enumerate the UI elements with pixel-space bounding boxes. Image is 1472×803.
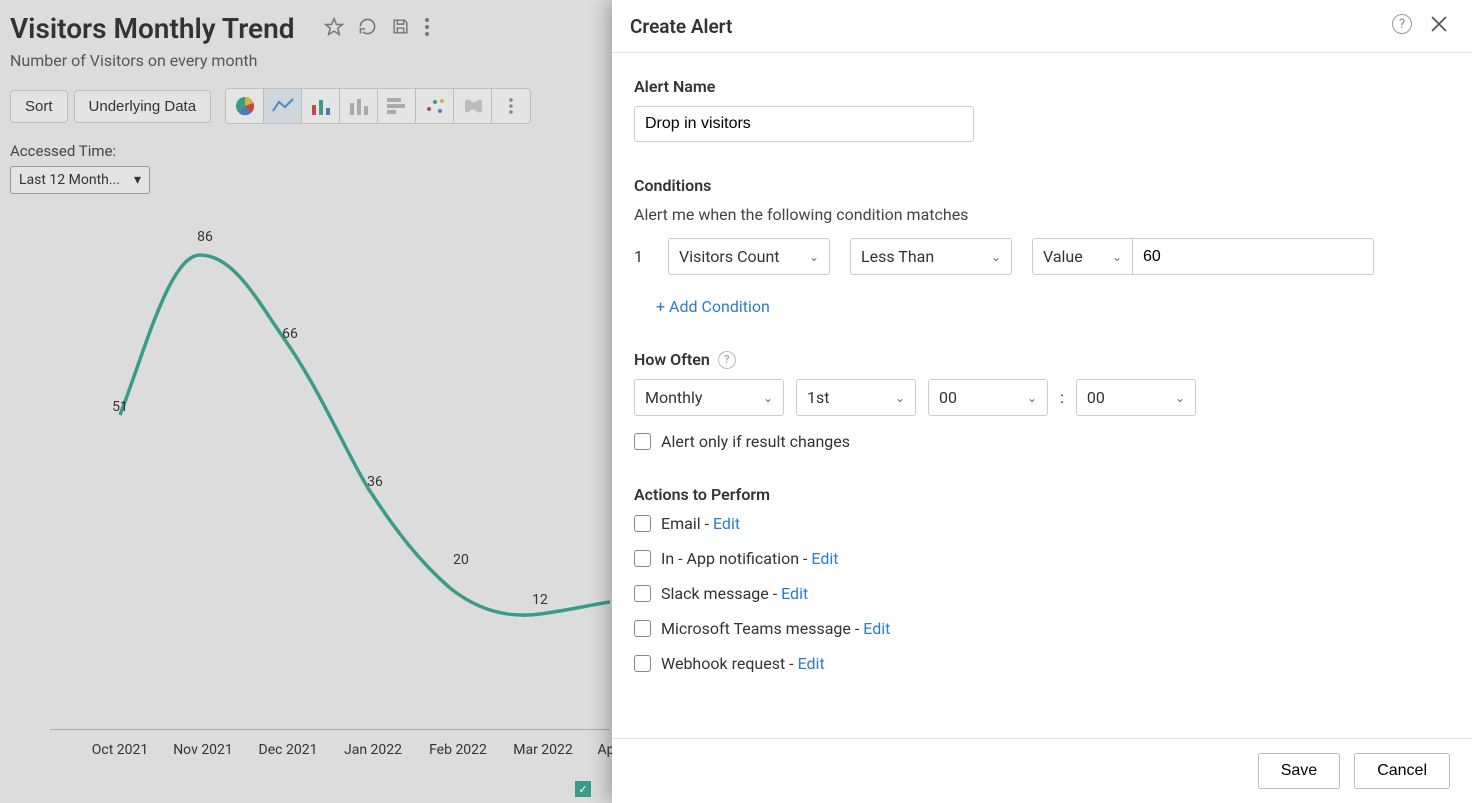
action-webhook-edit[interactable]: Edit	[798, 654, 825, 673]
x-tick: Dec 2021	[259, 742, 318, 758]
horizontal-bar-icon[interactable]	[378, 89, 416, 123]
chevron-down-icon: ⌄	[763, 391, 773, 405]
action-teams-checkbox[interactable]	[634, 620, 651, 637]
x-axis	[50, 729, 610, 730]
frequency-hour-select[interactable]: 00 ⌄	[928, 379, 1048, 416]
save-icon[interactable]	[391, 17, 410, 41]
accessed-time-value: Last 12 Month...	[19, 172, 120, 188]
frequency-period-select[interactable]: Monthly ⌄	[634, 379, 784, 416]
condition-operator-value: Less Than	[861, 247, 934, 266]
refresh-icon[interactable]	[358, 17, 377, 41]
action-slack-checkbox[interactable]	[634, 585, 651, 602]
chevron-down-icon: ⌄	[1027, 391, 1037, 405]
condition-value-input[interactable]	[1133, 239, 1373, 274]
action-inapp-edit[interactable]: Edit	[811, 549, 838, 568]
stacked-bar-icon[interactable]	[340, 89, 378, 123]
actions-label: Actions to Perform	[634, 485, 1450, 504]
more-icon[interactable]	[424, 17, 430, 41]
frequency-period-value: Monthly	[645, 388, 702, 407]
help-icon[interactable]: ?	[1392, 14, 1412, 34]
more-charts-icon[interactable]	[492, 89, 530, 123]
cancel-button[interactable]: Cancel	[1354, 753, 1450, 789]
frequency-minute-select[interactable]: 00 ⌄	[1076, 379, 1196, 416]
action-slack-label: Slack message -	[661, 584, 781, 603]
action-webhook-checkbox[interactable]	[634, 655, 651, 672]
bar-chart-icon[interactable]	[302, 89, 340, 123]
action-webhook-label: Webhook request -	[661, 654, 798, 673]
line-chart-icon[interactable]	[264, 89, 302, 123]
chevron-down-icon: ⌄	[1112, 250, 1122, 264]
data-label: 86	[197, 229, 213, 245]
condition-number: 1	[634, 247, 648, 266]
frequency-hour-value: 00	[939, 388, 957, 407]
alert-only-changes-checkbox[interactable]	[634, 433, 651, 450]
alert-name-label: Alert Name	[634, 77, 1450, 96]
accessed-time-dropdown[interactable]: Last 12 Month... ▾	[10, 166, 150, 194]
create-alert-panel: Create Alert ? Alert Name Conditions Ale…	[612, 0, 1472, 803]
condition-metric-select[interactable]: Visitors Count ⌄	[668, 238, 830, 275]
action-inapp-label: In - App notification -	[661, 549, 811, 568]
x-tick: Feb 2022	[429, 742, 487, 758]
chevron-down-icon: ▾	[134, 172, 141, 188]
chevron-down-icon: ⌄	[1175, 391, 1185, 405]
report-title: Visitors Monthly Trend	[10, 12, 294, 45]
data-label: 12	[532, 592, 548, 608]
x-tick: Mar 2022	[513, 742, 573, 758]
line-path	[50, 210, 610, 770]
close-icon[interactable]	[1430, 14, 1448, 38]
action-teams-edit[interactable]: Edit	[863, 619, 890, 638]
action-teams-label: Microsoft Teams message -	[661, 619, 863, 638]
help-icon[interactable]: ?	[718, 351, 736, 369]
alert-only-changes-label: Alert only if result changes	[661, 432, 850, 451]
save-button[interactable]: Save	[1258, 753, 1340, 789]
frequency-day-value: 1st	[807, 388, 829, 407]
action-slack-edit[interactable]: Edit	[781, 584, 808, 603]
chevron-down-icon: ⌄	[809, 250, 819, 264]
add-condition-link[interactable]: + Add Condition	[656, 297, 770, 316]
data-label: 51	[112, 399, 128, 415]
conditions-help: Alert me when the following condition ma…	[634, 205, 1450, 224]
chart-canvas: Oct 2021 Nov 2021 Dec 2021 Jan 2022 Feb …	[50, 210, 610, 770]
frequency-minute-value: 00	[1087, 388, 1105, 407]
conditions-label: Conditions	[634, 176, 1450, 195]
action-email-label: Email -	[661, 514, 713, 533]
pie-chart-icon[interactable]	[226, 89, 264, 123]
alert-name-input[interactable]	[634, 106, 974, 142]
condition-metric-value: Visitors Count	[679, 247, 780, 266]
how-often-label: How Often	[634, 350, 710, 369]
map-chart-icon[interactable]	[454, 89, 492, 123]
sort-button[interactable]: Sort	[10, 90, 68, 123]
data-label: 66	[282, 326, 298, 342]
data-label: 20	[453, 552, 469, 568]
underlying-data-button[interactable]: Underlying Data	[74, 90, 212, 123]
condition-value-type-select[interactable]: Value ⌄	[1033, 239, 1133, 274]
chart-type-selector	[225, 88, 531, 124]
condition-operator-select[interactable]: Less Than ⌄	[850, 238, 1012, 275]
chevron-down-icon: ⌄	[991, 250, 1001, 264]
chevron-down-icon: ⌄	[895, 391, 905, 405]
x-tick: Jan 2022	[344, 742, 402, 758]
scatter-chart-icon[interactable]	[416, 89, 454, 123]
frequency-day-select[interactable]: 1st ⌄	[796, 379, 916, 416]
x-tick: Nov 2021	[173, 742, 233, 758]
star-icon[interactable]	[324, 17, 344, 41]
action-email-edit[interactable]: Edit	[713, 514, 740, 533]
condition-value-type: Value	[1043, 247, 1083, 266]
action-inapp-checkbox[interactable]	[634, 550, 651, 567]
x-tick: Oct 2021	[92, 742, 149, 758]
panel-title: Create Alert	[630, 15, 732, 38]
time-separator: :	[1060, 388, 1064, 407]
action-email-checkbox[interactable]	[634, 515, 651, 532]
legend-series-toggle[interactable]: ✓	[575, 781, 591, 797]
data-label: 36	[367, 474, 383, 490]
